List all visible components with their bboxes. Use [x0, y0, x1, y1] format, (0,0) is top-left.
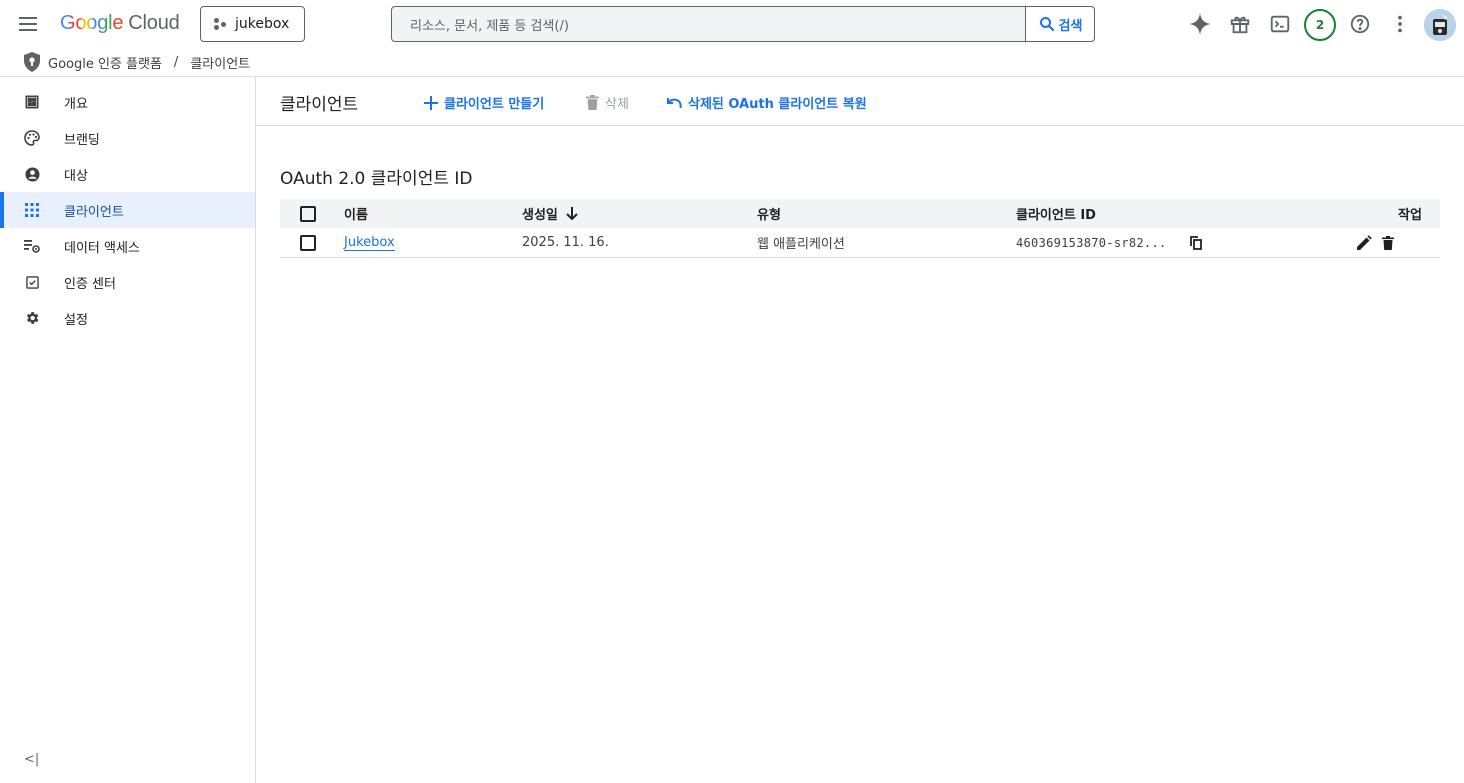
sidebar-item-label: 브랜딩 [64, 132, 100, 148]
table-row: Jukebox 2025. 11. 16. 웹 애플리케이션 460369153… [280, 228, 1440, 258]
oauth-clients-table: 이름 생성일 유형 클라이언트 ID 작업 Jukebox 2025. 11. … [280, 199, 1440, 258]
logo-cloud-text: Cloud [128, 12, 180, 34]
delete-trash-icon[interactable] [1382, 235, 1394, 250]
project-picker-button[interactable]: jukebox [200, 6, 305, 42]
gear-icon [24, 310, 40, 326]
shield-keyhole-icon [24, 52, 40, 72]
row-checkbox[interactable] [300, 234, 316, 251]
more-vert-icon[interactable] [1388, 12, 1412, 36]
client-type: 웹 애플리케이션 [757, 237, 845, 252]
sidebar-item-audience[interactable]: 대상 [0, 156, 255, 192]
sidebar-item-branding[interactable]: 브랜딩 [0, 120, 255, 156]
google-cloud-logo[interactable]: Google Cloud [60, 12, 180, 35]
search-button[interactable]: 검색 [1025, 7, 1094, 41]
top-header: Google Cloud jukebox 리소스, 문서, 제품 등 검색(/) … [0, 0, 1464, 48]
sidebar: 개요 브랜딩 대상 클라이언트 데이터 액세스 인증 센터 설정 <| [0, 77, 256, 783]
created-date: 2025. 11. 16. [522, 235, 609, 250]
logo-google-text: Google [60, 12, 124, 34]
cloud-shell-terminal-icon[interactable] [1268, 12, 1292, 36]
header-client-id: 클라이언트 ID [1016, 208, 1096, 223]
create-client-label: 클라이언트 만들기 [444, 97, 545, 112]
palette-icon [24, 130, 40, 146]
sidebar-item-label: 클라이언트 [64, 204, 124, 220]
dashboard-icon [24, 94, 40, 110]
restore-label: 삭제된 OAuth 클라이언트 복원 [688, 97, 867, 112]
search-icon [1039, 17, 1054, 32]
search-button-label: 검색 [1058, 18, 1083, 34]
project-dots-icon [213, 17, 227, 31]
main-menu-icon[interactable] [16, 12, 40, 36]
breadcrumb-current: 클라이언트 [190, 56, 251, 72]
header-created-sort[interactable]: 생성일 [522, 204, 578, 223]
sidebar-item-overview[interactable]: 개요 [0, 84, 255, 120]
apps-grid-icon [24, 202, 40, 218]
header-name[interactable]: 이름 [344, 204, 368, 223]
create-client-button[interactable]: 클라이언트 만들기 [424, 93, 544, 112]
breadcrumb: Google 인증 플랫폼 / 클라이언트 [0, 48, 1464, 77]
sidebar-item-label: 대상 [64, 168, 88, 184]
avatar[interactable] [1424, 9, 1456, 41]
sidebar-item-settings[interactable]: 설정 [0, 300, 255, 336]
gemini-sparkle-icon[interactable] [1188, 12, 1212, 36]
sidebar-item-label: 설정 [64, 312, 88, 328]
copy-icon[interactable] [1190, 235, 1202, 250]
header-actions: 작업 [1398, 208, 1422, 223]
sidebar-item-data-access[interactable]: 데이터 액세스 [0, 228, 255, 264]
page-title: 클라이언트 [280, 95, 359, 115]
trash-icon [586, 95, 599, 110]
breadcrumb-product[interactable]: Google 인증 플랫폼 [48, 53, 162, 72]
sidebar-item-label: 개요 [64, 96, 88, 112]
header-created: 생성일 [522, 208, 558, 223]
verified-box-icon [24, 274, 40, 290]
sidebar-item-label: 인증 센터 [64, 276, 116, 292]
sidebar-item-clients[interactable]: 클라이언트 [0, 192, 255, 228]
collapse-sidebar-icon[interactable]: <| [24, 752, 39, 767]
sidebar-item-label: 데이터 액세스 [64, 240, 140, 256]
select-all-checkbox[interactable] [300, 205, 316, 222]
page-toolbar: 클라이언트 클라이언트 만들기 삭제 삭제된 OAuth 클라이언트 복원 [256, 77, 1464, 126]
client-name-link[interactable]: Jukebox [344, 235, 395, 251]
restore-deleted-clients-button[interactable]: 삭제된 OAuth 클라이언트 복원 [666, 93, 867, 112]
undo-icon [667, 97, 682, 108]
search-input[interactable]: 리소스, 문서, 제품 등 검색(/) [392, 15, 1025, 34]
project-name: jukebox [235, 16, 290, 32]
account-circle-icon [24, 166, 40, 182]
delete-button[interactable]: 삭제 [586, 93, 629, 112]
breadcrumb-separator: / [173, 54, 179, 70]
delete-label: 삭제 [605, 97, 629, 112]
sidebar-item-verification-center[interactable]: 인증 센터 [0, 264, 255, 300]
header-type: 유형 [757, 208, 781, 223]
help-icon[interactable] [1348, 12, 1372, 36]
notifications-count-badge[interactable]: 2 [1304, 9, 1336, 41]
arrow-down-sort-icon [566, 206, 578, 220]
list-settings-icon [24, 238, 40, 254]
client-id-value: 460369153870-sr82... [1016, 235, 1167, 250]
section-title: OAuth 2.0 클라이언트 ID [280, 169, 473, 189]
table-header: 이름 생성일 유형 클라이언트 ID 작업 [280, 199, 1440, 228]
search-bar[interactable]: 리소스, 문서, 제품 등 검색(/) 검색 [391, 6, 1095, 42]
gift-icon[interactable] [1228, 12, 1252, 36]
plus-icon [424, 95, 438, 110]
edit-pencil-icon[interactable] [1356, 234, 1372, 251]
